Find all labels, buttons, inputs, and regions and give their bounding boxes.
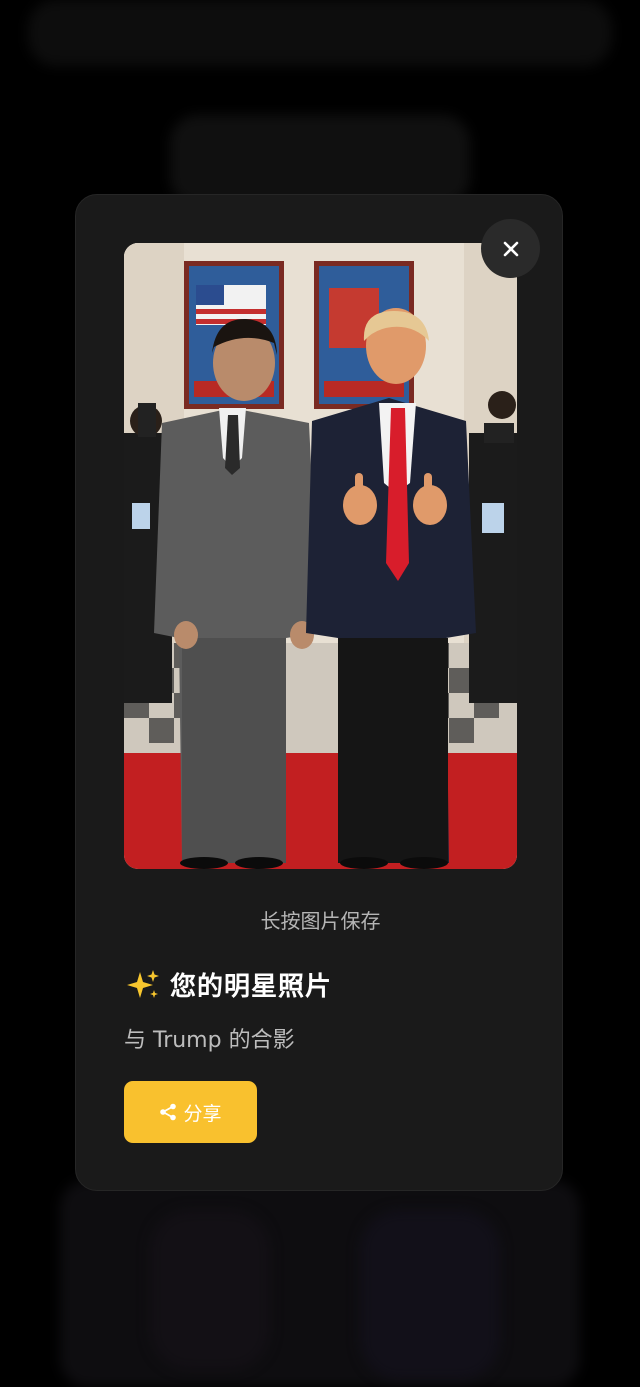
close-icon <box>503 241 518 256</box>
photo-illustration <box>124 243 517 869</box>
result-title: 您的明星照片 <box>170 972 333 1002</box>
close-button[interactable] <box>481 219 540 278</box>
share-icon <box>160 1103 177 1121</box>
background-shape <box>28 0 612 66</box>
background-shape <box>360 1210 500 1380</box>
result-subtitle: 与 Trump 的合影 <box>124 1028 295 1053</box>
background-shape <box>150 1210 270 1370</box>
background-shape <box>60 1180 580 1387</box>
save-hint: 长按图片保存 <box>260 909 381 933</box>
background-shape <box>170 115 470 205</box>
share-label: 分享 <box>183 1102 222 1125</box>
title-row: 您的明星照片 <box>126 966 332 1003</box>
generated-photo[interactable] <box>124 243 517 869</box>
sparkles-icon <box>127 969 159 998</box>
share-button[interactable]: 分享 <box>124 1081 257 1143</box>
